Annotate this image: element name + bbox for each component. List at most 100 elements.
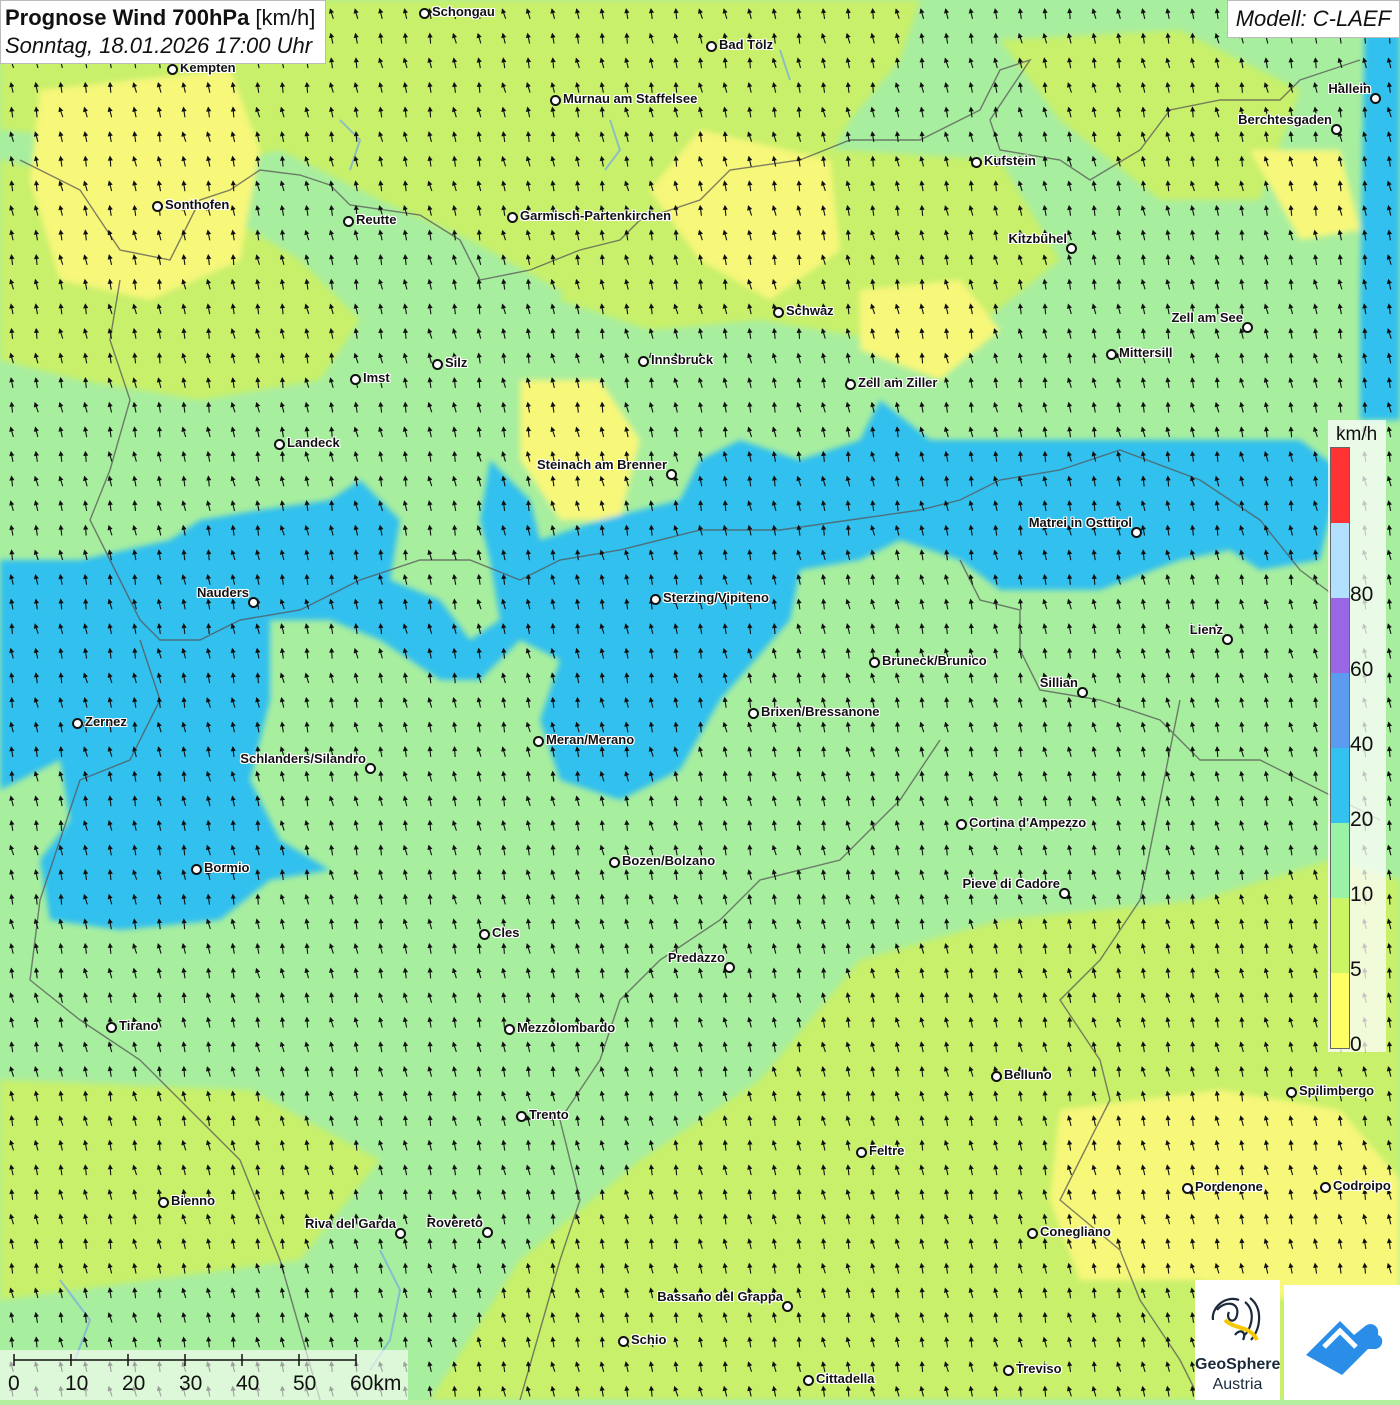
city-label: Bad Tölz	[719, 37, 773, 52]
city-marker	[1242, 322, 1253, 333]
city-marker	[106, 1022, 117, 1033]
city-label: Brixen/Bressanone	[761, 704, 880, 719]
city-marker	[419, 8, 430, 19]
city-marker	[1370, 93, 1381, 104]
scale-label: 60km	[350, 1372, 401, 1396]
city-marker	[533, 736, 544, 747]
legend-color-step	[1331, 898, 1349, 973]
map-title-bold: Prognose Wind 700hPa	[5, 5, 249, 30]
city-marker	[618, 1336, 629, 1347]
city-marker	[432, 359, 443, 370]
city-marker	[1077, 687, 1088, 698]
city-marker	[479, 929, 490, 940]
city-label: Feltre	[869, 1143, 904, 1158]
scale-bar: 0102030405060km	[0, 1350, 408, 1400]
city-label: Tirano	[119, 1018, 159, 1033]
city-label: Sillian	[1040, 675, 1078, 690]
city-label: Riva del Garda	[305, 1216, 396, 1231]
legend-color-step	[1331, 673, 1349, 748]
city-marker	[516, 1111, 527, 1122]
city-label: Pordenone	[1195, 1179, 1263, 1194]
scale-label: 0	[8, 1372, 20, 1396]
city-label: Bassano del Grappa	[657, 1289, 783, 1304]
city-label: Mezzolombardo	[517, 1020, 615, 1035]
city-marker	[956, 819, 967, 830]
city-label: Nauders	[197, 585, 249, 600]
legend-bar	[1330, 447, 1350, 1049]
city-marker	[350, 374, 361, 385]
map-title: Prognose Wind 700hPa [km/h]	[5, 4, 315, 32]
city-marker	[1106, 349, 1117, 360]
city-label: Rovereto	[427, 1215, 483, 1230]
city-marker	[365, 763, 376, 774]
city-marker	[609, 857, 620, 868]
city-label: Matrei in Osttirol	[1029, 515, 1132, 530]
legend-color-step	[1331, 523, 1349, 598]
legend-tick-label: 10	[1350, 883, 1373, 907]
city-marker	[191, 864, 202, 875]
city-marker	[638, 356, 649, 367]
city-label: Cles	[492, 925, 519, 940]
city-marker	[1131, 527, 1142, 538]
city-marker	[650, 594, 661, 605]
city-marker	[1320, 1182, 1331, 1193]
city-marker	[991, 1071, 1002, 1082]
legend-tick-label: 20	[1350, 808, 1373, 832]
city-marker	[803, 1375, 814, 1386]
city-label: Conegliano	[1040, 1224, 1111, 1239]
city-marker	[856, 1147, 867, 1158]
field-0-5	[30, 70, 260, 300]
scale-label: 20	[122, 1372, 145, 1396]
city-label: Codroipo	[1333, 1178, 1391, 1193]
city-label: Berchtesgaden	[1238, 112, 1332, 127]
city-label: Schongau	[432, 4, 495, 19]
city-label: Reutte	[356, 212, 396, 227]
logo-name-line1: GeoSphere	[1195, 1356, 1280, 1374]
legend-tick-label: 5	[1350, 958, 1362, 982]
scale-label: 50	[293, 1372, 316, 1396]
scale-bar-line	[0, 1350, 408, 1380]
legend-unit: km/h	[1336, 424, 1377, 446]
city-marker	[152, 201, 163, 212]
geosphere-logo-icon	[1195, 1280, 1280, 1360]
city-marker	[971, 157, 982, 168]
legend-color-step	[1331, 748, 1349, 823]
city-label: Garmisch-Partenkirchen	[520, 208, 671, 223]
city-marker	[1182, 1183, 1193, 1194]
weather-app-logo[interactable]	[1284, 1285, 1400, 1400]
city-marker	[782, 1301, 793, 1312]
city-label: Bienno	[171, 1193, 215, 1208]
city-marker	[1066, 243, 1077, 254]
city-marker	[343, 216, 354, 227]
model-label: Modell: C-LAEF	[1227, 0, 1400, 38]
city-marker	[395, 1228, 406, 1239]
city-label: Cittadella	[816, 1371, 875, 1386]
city-label: Zell am Ziller	[858, 375, 937, 390]
forecast-datetime: Sonntag, 18.01.2026 17:00 Uhr	[5, 32, 315, 60]
city-label: Kitzbühel	[1009, 231, 1068, 246]
city-label: Predazzo	[668, 950, 725, 965]
map-title-unit: [km/h]	[249, 5, 315, 30]
city-marker	[482, 1227, 493, 1238]
city-label: Meran/Merano	[546, 732, 634, 747]
city-label: Belluno	[1004, 1067, 1052, 1082]
city-marker	[845, 379, 856, 390]
city-label: Landeck	[287, 435, 340, 450]
city-label: Bozen/Bolzano	[622, 853, 715, 868]
city-marker	[550, 95, 561, 106]
city-label: Sonthofen	[165, 197, 229, 212]
logo-name-line2: Austria	[1195, 1376, 1280, 1394]
city-label: Zernez	[85, 714, 127, 729]
city-label: Pieve di Cadore	[962, 876, 1060, 891]
legend-tick-label: 40	[1350, 733, 1373, 757]
city-label: Schlanders/Silandro	[240, 751, 366, 766]
scale-label: 30	[179, 1372, 202, 1396]
city-marker	[1222, 634, 1233, 645]
geosphere-logo[interactable]: GeoSphere Austria	[1195, 1280, 1280, 1400]
city-label: Spilimbergo	[1299, 1083, 1374, 1098]
city-label: Sterzing/Vipiteno	[663, 590, 769, 605]
city-marker	[666, 469, 677, 480]
city-marker	[748, 708, 759, 719]
city-marker	[706, 41, 717, 52]
city-marker	[158, 1197, 169, 1208]
